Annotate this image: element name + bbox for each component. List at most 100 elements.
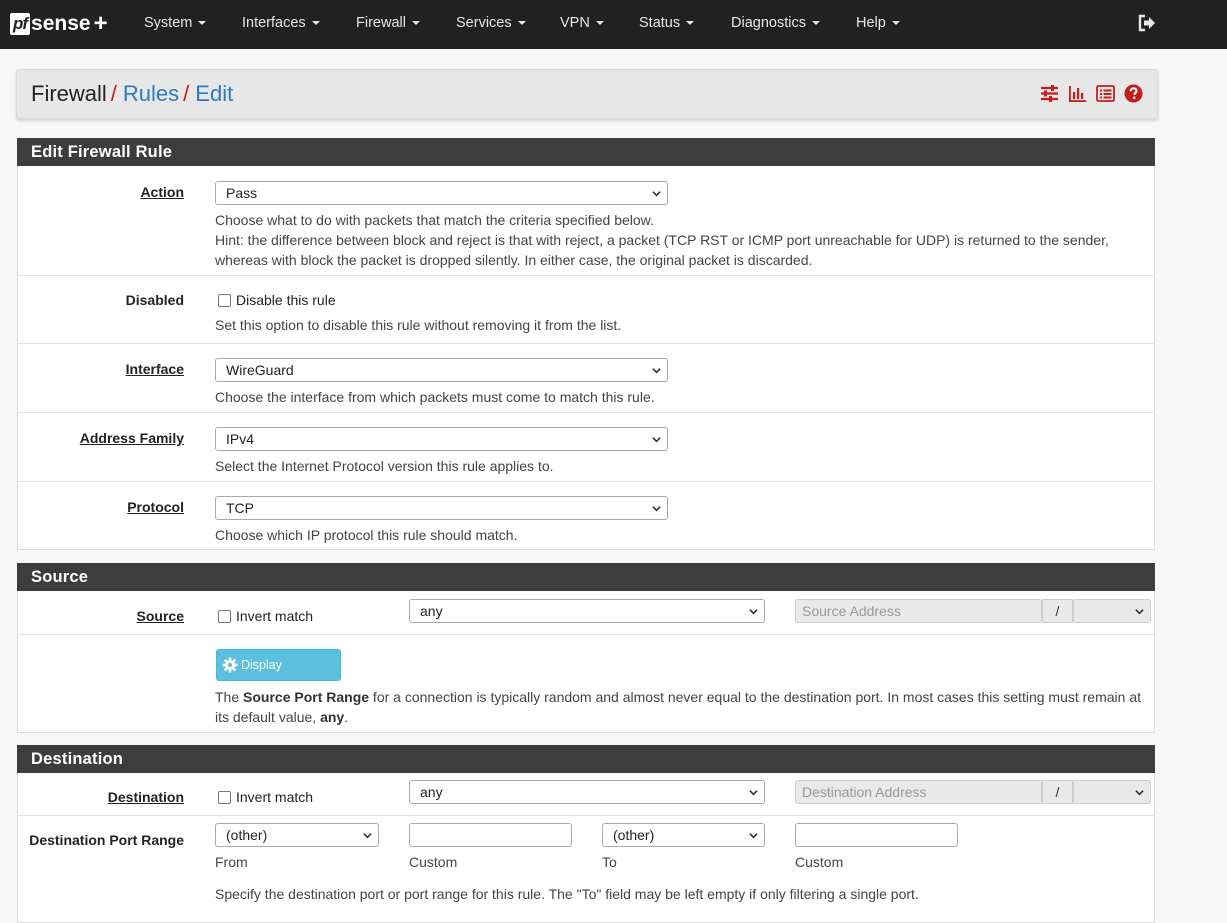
destination-port-to-value: (other) (613, 827, 655, 843)
pfsense-logo[interactable]: pf sense + (10, 8, 108, 40)
nav-interfaces-label: Interfaces (242, 15, 306, 31)
row-divider (18, 634, 1154, 635)
disabled-label: Disabled (125, 292, 184, 308)
source-port-help-line2: its default value, any. (215, 707, 348, 727)
breadcrumb-edit-link[interactable]: Edit (195, 81, 233, 106)
caret-down-icon (686, 21, 695, 26)
nav-help[interactable]: Help (856, 0, 900, 49)
destination-port-to-select[interactable]: (other) (602, 823, 765, 847)
nav-vpn-label: VPN (560, 15, 590, 31)
source-port-help-text: its default value, (215, 709, 321, 725)
address-family-label[interactable]: Address Family (80, 430, 184, 446)
row-divider (18, 275, 1154, 276)
action-hint-line2: whereas with block the packet is dropped… (215, 252, 813, 268)
chevron-down-icon (652, 368, 661, 374)
nav-vpn[interactable]: VPN (560, 0, 604, 49)
source-port-any-term: any (320, 709, 345, 725)
disabled-help: Set this option to disable this rule wit… (215, 317, 622, 333)
caret-down-icon (411, 21, 420, 26)
nav-system[interactable]: System (144, 0, 207, 49)
bar-chart-icon[interactable] (1068, 84, 1087, 103)
destination-mask-slash: / (1042, 780, 1073, 804)
address-family-select-value: IPv4 (226, 431, 255, 447)
nav-system-label: System (144, 15, 193, 31)
action-select[interactable]: Pass (215, 181, 668, 205)
caret-down-icon (198, 21, 207, 26)
interface-help: Choose the interface from which packets … (215, 389, 655, 405)
caret-down-icon (517, 21, 526, 26)
source-label[interactable]: Source (137, 608, 184, 624)
source-address-input[interactable]: Source Address (795, 599, 1042, 623)
destination-address-input[interactable]: Destination Address (795, 780, 1042, 804)
nav-status[interactable]: Status (639, 0, 695, 49)
destination-type-value: any (420, 784, 443, 800)
source-mask-slash: / (1042, 599, 1073, 623)
destination-invert-label[interactable]: Invert match (236, 789, 313, 805)
interface-label[interactable]: Interface (126, 361, 184, 377)
source-invert-label[interactable]: Invert match (236, 608, 313, 624)
source-port-range-term: Source Port Range (243, 689, 370, 705)
destination-port-from-select[interactable]: (other) (215, 823, 379, 847)
row-divider (18, 815, 1154, 816)
logo-plus-text: + (93, 10, 108, 37)
action-help: Choose what to do with packets that matc… (215, 212, 654, 228)
action-label[interactable]: Action (140, 184, 184, 200)
sliders-icon[interactable] (1040, 84, 1059, 103)
display-advanced-button[interactable]: Display Advanced (216, 649, 341, 702)
breadcrumb-separator: / (183, 81, 190, 106)
address-family-help: Select the Internet Protocol version thi… (215, 458, 554, 474)
interface-select[interactable]: WireGuard (215, 358, 668, 382)
source-panel: Source Invert match any Source Address /… (17, 591, 1155, 733)
caret-down-icon (595, 21, 604, 26)
nav-status-label: Status (639, 15, 681, 31)
row-divider (18, 412, 1154, 413)
action-hint-line1: Hint: the difference between block and r… (215, 232, 1109, 248)
question-circle-icon[interactable] (1124, 84, 1143, 103)
caret-down-icon (811, 21, 820, 26)
destination-port-from-custom-input[interactable] (409, 823, 572, 847)
nav-services[interactable]: Services (456, 0, 526, 49)
protocol-select-value: TCP (226, 500, 254, 516)
nav-interfaces[interactable]: Interfaces (242, 0, 320, 49)
source-invert-checkbox[interactable] (218, 610, 231, 623)
destination-type-select[interactable]: any (409, 780, 765, 804)
destination-invert-checkbox[interactable] (218, 791, 231, 804)
row-divider (18, 481, 1154, 482)
protocol-select[interactable]: TCP (215, 496, 668, 520)
breadcrumb-separator: / (110, 81, 117, 106)
port-from-label: From (215, 854, 248, 870)
source-port-help-text: . (344, 709, 349, 725)
destination-port-to-custom-input[interactable] (795, 823, 958, 847)
breadcrumb-rules-link[interactable]: Rules (123, 81, 179, 106)
action-select-value: Pass (226, 185, 258, 201)
chevron-down-icon (652, 437, 661, 443)
protocol-help: Choose which IP protocol this rule shoul… (215, 527, 518, 543)
address-family-select[interactable]: IPv4 (215, 427, 668, 451)
source-port-help-text: for a connection is typically random and… (369, 689, 1141, 705)
logo-pf-mark: pf (10, 13, 31, 35)
gear-icon (222, 657, 238, 673)
logo-sense-text: sense (31, 12, 91, 35)
breadcrumb-bar: Firewall / Rules / Edit (16, 69, 1158, 119)
interface-select-value: WireGuard (226, 362, 294, 378)
port-to-label: To (602, 854, 617, 870)
source-type-select[interactable]: any (409, 599, 765, 623)
destination-label[interactable]: Destination (108, 789, 184, 805)
nav-diagnostics-label: Diagnostics (731, 15, 806, 31)
list-icon[interactable] (1096, 84, 1115, 103)
nav-firewall[interactable]: Firewall (356, 0, 420, 49)
disable-rule-checkbox[interactable] (218, 294, 231, 307)
chevron-down-icon (749, 609, 758, 615)
source-type-value: any (420, 603, 443, 619)
nav-diagnostics[interactable]: Diagnostics (731, 0, 820, 49)
source-mask-select[interactable] (1073, 599, 1151, 623)
port-from-custom-label: Custom (409, 854, 458, 870)
destination-mask-select[interactable] (1073, 780, 1151, 804)
destination-port-from-value: (other) (226, 827, 268, 843)
chevron-down-icon (749, 833, 758, 839)
sign-out-icon[interactable] (1137, 13, 1157, 33)
destination-panel: Destination Invert match any Destination… (17, 773, 1155, 923)
source-port-help-text: The (215, 689, 244, 705)
disable-rule-checkbox-label[interactable]: Disable this rule (236, 292, 336, 308)
protocol-label[interactable]: Protocol (127, 499, 184, 515)
